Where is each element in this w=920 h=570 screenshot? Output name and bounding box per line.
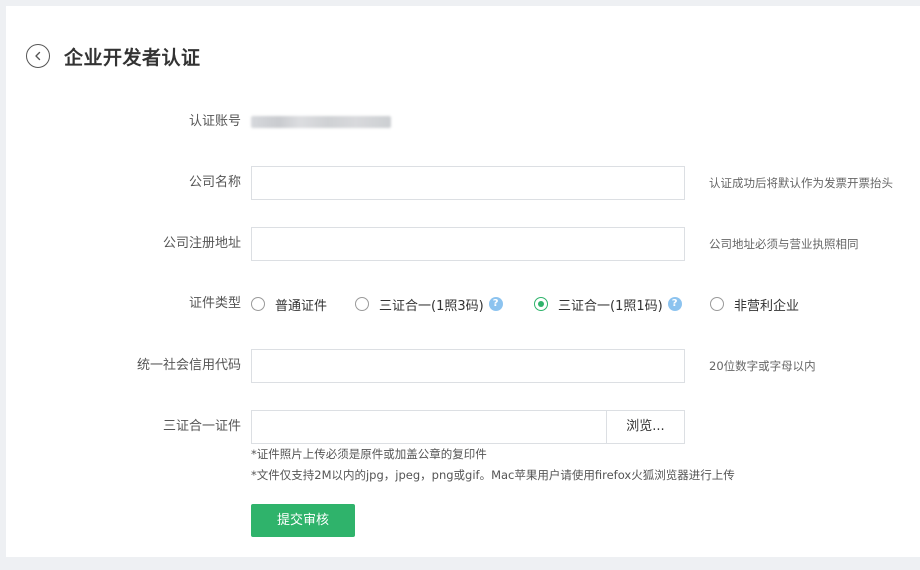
account-value-redacted: [251, 116, 391, 128]
account-label: 认证账号: [188, 114, 241, 129]
company-address-input[interactable]: [251, 227, 685, 261]
radio-label: 普通证件: [275, 298, 328, 314]
cert-type-label: 证件类型: [188, 296, 241, 311]
page-header: 企业开发者认证: [26, 41, 201, 71]
upload-note: *文件仅支持2M以内的jpg，jpeg，png或gif。Mac苹果用户请使用fi…: [251, 468, 735, 482]
radio-option-normal[interactable]: 普通证件: [251, 287, 327, 321]
submit-button[interactable]: 提交审核: [251, 504, 355, 537]
chevron-left-icon: [35, 51, 41, 61]
company-name-hint: 认证成功后将默认作为发票开票抬头: [709, 176, 893, 190]
credit-code-label: 统一社会信用代码: [136, 358, 241, 373]
radio-label: 非营利企业: [734, 298, 800, 314]
question-circle-icon[interactable]: ?: [667, 297, 682, 311]
radio-option-three-in-one-3[interactable]: 三证合一(1照3码) ?: [355, 287, 503, 321]
upload-note: *证件照片上传必须是原件或加盖公章的复印件: [251, 447, 487, 461]
company-address-row: 公司注册地址 公司地址必须与营业执照相同: [6, 227, 920, 261]
cert-type-radio-group: 普通证件 三证合一(1照3码) ? 三证合一(1照1码) ? 非营利企业: [251, 287, 911, 321]
radio-button[interactable]: [251, 297, 265, 311]
company-name-row: 公司名称 认证成功后将默认作为发票开票抬头: [6, 166, 920, 200]
question-circle-icon[interactable]: ?: [488, 297, 503, 311]
radio-option-three-in-one-1[interactable]: 三证合一(1照1码) ?: [534, 287, 682, 321]
credit-code-hint: 20位数字或字母以内: [709, 359, 816, 373]
certificate-row: 三证合一证件 浏览...: [6, 410, 920, 444]
radio-button-checked[interactable]: [534, 297, 548, 311]
certificate-file-field[interactable]: [251, 410, 607, 444]
credit-code-row: 统一社会信用代码 20位数字或字母以内: [6, 349, 920, 383]
radio-dot: [538, 301, 544, 307]
cert-type-row: 证件类型 普通证件 三证合一(1照3码) ? 三证合一(1照1码) ? 非营利企…: [6, 287, 920, 321]
company-name-input[interactable]: [251, 166, 685, 200]
radio-button[interactable]: [710, 297, 724, 311]
radio-label: 三证合一(1照1码): [558, 298, 663, 314]
radio-option-nonprofit[interactable]: 非营利企业: [710, 287, 799, 321]
back-button[interactable]: [26, 44, 50, 68]
company-address-label: 公司注册地址: [162, 236, 241, 251]
browse-button[interactable]: 浏览...: [606, 410, 685, 444]
company-address-hint: 公司地址必须与营业执照相同: [709, 237, 859, 251]
radio-button[interactable]: [355, 297, 369, 311]
account-row: 认证账号: [6, 105, 920, 139]
credit-code-input[interactable]: [251, 349, 685, 383]
auth-form-card: 企业开发者认证 认证账号 公司名称 认证成功后将默认作为发票开票抬头 公司注册地…: [6, 6, 920, 557]
page-title: 企业开发者认证: [64, 46, 201, 69]
company-name-label: 公司名称: [188, 175, 241, 190]
certificate-label: 三证合一证件: [162, 419, 241, 434]
radio-label: 三证合一(1照3码): [379, 298, 484, 314]
